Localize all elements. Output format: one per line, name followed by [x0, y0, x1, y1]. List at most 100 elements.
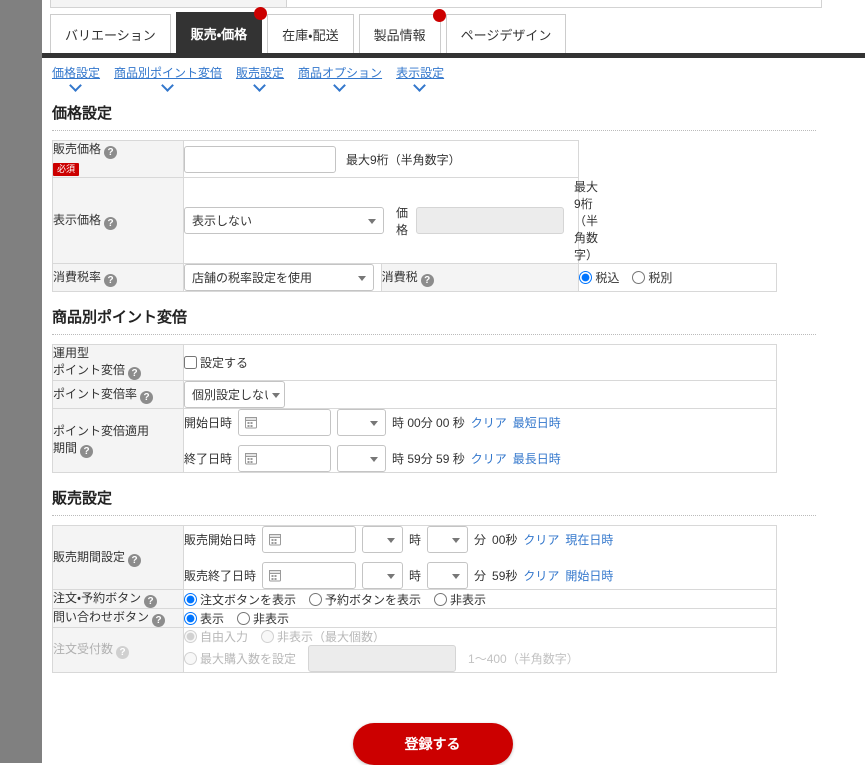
cutoff-body-cell — [287, 0, 821, 7]
radio-show-reserve-button[interactable]: 予約ボタンを表示 — [309, 591, 421, 608]
radio-input[interactable] — [184, 611, 197, 625]
point-end-max-datetime-link[interactable]: 最長日時 — [513, 450, 561, 467]
help-icon[interactable]: ? — [104, 216, 118, 230]
section-price-settings: 価格設定 販売価格? 必須 最大9桁（半角数字） 表示価格 ? 表示しない 価格… — [52, 104, 842, 292]
sales-start-minute-unit: 分 — [474, 533, 487, 547]
radio-input — [184, 652, 197, 665]
row-label-cell: 注文受付数? — [52, 627, 184, 673]
tab-inventory-shipping[interactable]: 在庫・配送 — [267, 14, 354, 53]
row-label-cell: 表示価格? — [52, 177, 184, 264]
table-row-point-rate: ポイント変倍率? 個別設定しない個別設定する — [52, 380, 777, 409]
help-icon[interactable]: ? — [420, 274, 434, 287]
point-end-clear-link[interactable]: クリア — [471, 450, 507, 467]
radio-input[interactable] — [434, 592, 448, 606]
price-settings-table: 販売価格? 必須 最大9桁（半角数字） 表示価格? 表示しない 価格 最大9桁（… — [52, 140, 777, 292]
point-start-date-input[interactable] — [238, 409, 332, 436]
sales-end-minute-select[interactable] — [427, 562, 469, 589]
sales-end-clear-link[interactable]: クリア — [523, 567, 559, 584]
sales-period-start-row: 販売開始日時 時 分 00秒 クリア 現在日時 — [184, 526, 776, 553]
anchor-product-options[interactable]: 商品オプション — [298, 66, 382, 89]
form-content: 価格設定 販売価格? 必須 最大9桁（半角数字） 表示価格 ? 表示しない 価格… — [52, 104, 842, 673]
sales-end-date-input[interactable] — [262, 562, 357, 589]
radio-tax-excluded[interactable]: 税別 — [632, 269, 672, 286]
radio-show-inquiry-button[interactable]: 表示 — [184, 610, 224, 627]
sale-price-input[interactable] — [184, 145, 336, 173]
help-icon[interactable]: ? — [128, 553, 142, 567]
anchor-display-settings[interactable]: 表示設定 — [396, 66, 444, 89]
radio-input[interactable] — [184, 592, 197, 606]
register-button[interactable]: 登録する — [352, 723, 513, 765]
sales-start-hour-select[interactable] — [362, 526, 404, 553]
anchor-point-multiplier[interactable]: 商品別ポイント変倍 — [114, 66, 222, 89]
row-label: 注文・予約ボタン — [53, 591, 142, 605]
row-label: 消費税率 — [53, 269, 102, 284]
help-icon[interactable]: ? — [152, 614, 166, 627]
display-price-select[interactable]: 表示しない表示する — [184, 207, 384, 234]
sales-start-clear-link[interactable]: クリア — [523, 531, 559, 548]
help-icon[interactable]: ? — [144, 595, 158, 608]
point-period-start-row: 開始日時 時 00分 00 秒 クリア 最短日時 — [184, 409, 776, 436]
row-value-cell: 表示 非表示 — [183, 608, 777, 628]
end-date-wrap — [238, 445, 332, 472]
radio-input — [184, 630, 197, 643]
point-start-clear-link[interactable]: クリア — [471, 414, 507, 431]
radio-tax-included[interactable]: 税込 — [579, 269, 619, 286]
row-label: 注文受付数 — [53, 642, 114, 656]
sales-end-minute-wrap — [427, 562, 469, 589]
help-icon[interactable]: ? — [104, 273, 118, 287]
anchor-label: 価格設定 — [52, 66, 101, 80]
order-count-line2: 最大購入数を設定 1～400（半角数字） — [184, 645, 776, 672]
tab-variation[interactable]: バリエーション — [50, 14, 171, 53]
checkbox-input[interactable] — [184, 356, 197, 369]
checkbox-label: 設定する — [200, 356, 249, 370]
table-row-operational-point: 運用型 ポイント変倍? 設定する — [52, 344, 777, 381]
row-label: 販売価格 — [53, 142, 102, 156]
sales-settings-table: 販売期間設定? 販売開始日時 時 分 00秒 クリア 現在日時 販売終了日時 時… — [52, 525, 777, 673]
start-date-wrap — [238, 409, 332, 436]
radio-hide-order-button[interactable]: 非表示 — [434, 591, 486, 608]
tax-rate-select-wrap: 店舗の税率設定を使用個別に設定する — [184, 264, 374, 291]
tab-product-info[interactable]: 製品情報 — [358, 9, 446, 53]
point-rate-select[interactable]: 個別設定しない個別設定する — [184, 381, 285, 408]
chevron-down-icon — [254, 81, 267, 89]
operational-point-checkbox-item[interactable]: 設定する — [184, 354, 776, 371]
sales-end-hour-select[interactable] — [362, 562, 404, 589]
sales-start-date-input[interactable] — [262, 526, 357, 553]
sales-end-start-datetime-link[interactable]: 開始日時 — [565, 567, 613, 584]
row-label-line1: ポイント変倍適用 — [53, 424, 150, 438]
section-title: 価格設定 — [52, 105, 113, 122]
help-icon[interactable]: ? — [140, 390, 154, 404]
radio-hide-inquiry-button[interactable]: 非表示 — [237, 610, 289, 627]
section-title: 商品別ポイント変倍 — [52, 309, 188, 326]
sales-end-hour-wrap — [362, 562, 404, 589]
sales-end-hour-unit: 時 — [409, 569, 422, 583]
tab-sales-price[interactable]: 販売・価格 — [175, 7, 268, 53]
sales-start-now-link[interactable]: 現在日時 — [565, 531, 613, 548]
point-end-date-input[interactable] — [238, 445, 332, 472]
radio-show-order-button[interactable]: 注文ボタンを表示 — [184, 591, 296, 608]
radio-label: 非表示 — [253, 611, 290, 626]
anchor-sales-settings[interactable]: 販売設定 — [236, 66, 284, 89]
display-price-sublabel: 価格 — [396, 205, 409, 237]
help-icon[interactable]: ? — [128, 367, 142, 380]
sales-start-minute-select[interactable] — [427, 526, 469, 553]
tab-label: 在庫・配送 — [282, 27, 339, 43]
point-start-min-datetime-link[interactable]: 最短日時 — [513, 414, 561, 431]
radio-input[interactable] — [237, 611, 251, 625]
row-value-cell: 設定する — [183, 344, 777, 381]
display-price-input[interactable] — [416, 207, 565, 234]
tab-page-design[interactable]: ページデザイン — [445, 14, 567, 53]
table-row-order-count: 注文受付数? 自由入力 非表示（最大個数） 最大購入数を設定 1～400（半角数… — [52, 627, 777, 673]
point-end-hour-select[interactable] — [337, 445, 387, 472]
radio-input[interactable] — [579, 271, 593, 284]
tax-rate-select[interactable]: 店舗の税率設定を使用個別に設定する — [184, 264, 374, 291]
radio-label: 最大購入数を設定 — [200, 652, 297, 666]
required-badge: 必須 — [53, 163, 80, 176]
alert-dot-icon — [432, 9, 446, 22]
help-icon[interactable]: ? — [104, 146, 118, 159]
radio-input[interactable] — [632, 271, 646, 284]
point-start-hour-select[interactable] — [337, 409, 387, 436]
anchor-price-settings[interactable]: 価格設定 — [52, 66, 100, 89]
help-icon[interactable]: ? — [80, 445, 94, 458]
radio-input[interactable] — [309, 592, 323, 606]
